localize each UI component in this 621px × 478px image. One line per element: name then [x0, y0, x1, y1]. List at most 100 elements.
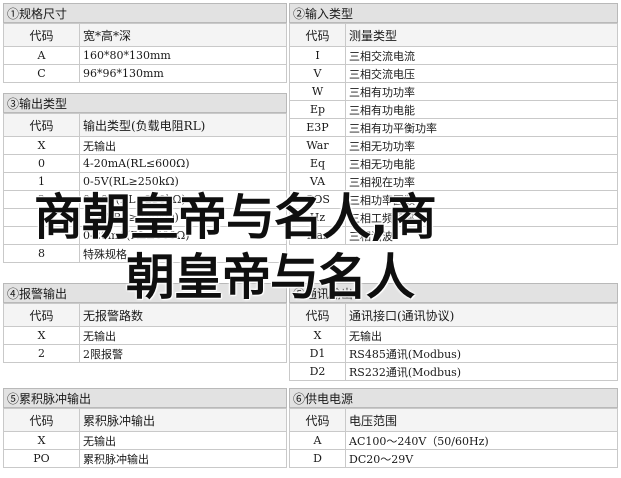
row-code: 2	[3, 344, 80, 363]
comm-output-panel: ⑤通讯输出 代码 通讯接口(通讯协议) X 无输出 D1 RS485通讯(Modbus) D2…	[289, 283, 618, 381]
row-description: 三相功率因数	[345, 190, 618, 209]
input-type-panel: ②输入类型 代码 测量类型 I 三相交流电流 V 三相交流电压 W 三相有功功率 Ep 三相有功电能…	[289, 3, 618, 245]
row-code: 2	[3, 190, 80, 209]
pulse-output-panel: ⑤累积脉冲输出 代码 累积脉冲输出 X 无输出 PO 累积脉冲输出	[3, 388, 287, 468]
section-title: ③输出类型	[3, 93, 287, 113]
row-description: 无输出	[345, 326, 618, 345]
header-description: 累积脉冲输出	[79, 408, 287, 432]
row-code: I	[289, 46, 346, 65]
header-code: 代码	[3, 408, 80, 432]
row-description: 160*80*130mm	[79, 46, 287, 65]
row-description: 无输出	[79, 431, 287, 450]
row-description: 三相工频频率	[345, 208, 618, 227]
alarm-output-panel: ④报警输出 代码 无报警路数 X 无输出 2 2限报警	[3, 283, 287, 363]
table-row: V 三相交流电压	[289, 64, 618, 83]
section-title: ⑥供电电源	[289, 388, 618, 408]
output-type-panel: ③输出类型 代码 输出类型(负载电阻RL) X 无输出 0 4-20mA(RL≤600Ω) 1…	[3, 93, 287, 263]
row-description: RS232通讯(Modbus)	[345, 362, 618, 381]
row-code: 3	[3, 208, 80, 227]
table-row: X 无输出	[3, 326, 287, 345]
table-row: X 无输出	[3, 136, 287, 155]
row-description: 三相有功功率	[345, 82, 618, 101]
row-code: A	[289, 431, 346, 450]
table-row: 3 1-5V(RL≥250kΩ)	[3, 208, 287, 227]
spec-table: 代码 输出类型(负载电阻RL) X 无输出 0 4-20mA(RL≤600Ω) 1 0-5V(…	[3, 113, 287, 263]
header-description: 电压范围	[345, 408, 618, 432]
row-description: 0-5V(RL≥250kΩ)	[79, 172, 287, 191]
table-header-row: 代码 累积脉冲输出	[3, 408, 287, 432]
table-row: X 无输出	[3, 431, 287, 450]
row-code: D1	[289, 344, 346, 363]
row-code: Eq	[289, 154, 346, 173]
row-code: V	[289, 64, 346, 83]
header-code: 代码	[3, 23, 80, 47]
row-description: 2限报警	[79, 344, 287, 363]
row-description: 三相视在功率	[345, 172, 618, 191]
row-code: D2	[289, 362, 346, 381]
row-description: 三相无功电能	[345, 154, 618, 173]
table-row: A 160*80*130mm	[3, 46, 287, 65]
table-header-row: 代码 电压范围	[289, 408, 618, 432]
power-supply-panel: ⑥供电电源 代码 电压范围 A AC100～240V（50/60Hz) D DC20～29V	[289, 388, 618, 468]
table-row: D DC20～29V	[289, 449, 618, 468]
spec-table: 代码 通讯接口(通讯协议) X 无输出 D1 RS485通讯(Modbus) D2 RS232…	[289, 303, 618, 381]
row-description: 三相无功功率	[345, 136, 618, 155]
table-row: E3P 三相有功平衡功率	[289, 118, 618, 137]
row-code: A	[3, 46, 80, 65]
row-description: 特殊规格	[79, 244, 287, 263]
table-header-row: 代码 通讯接口(通讯协议)	[289, 303, 618, 327]
header-code: 代码	[3, 113, 80, 137]
section-title: ④报警输出	[3, 283, 287, 303]
row-code: COS	[289, 190, 346, 209]
spec-table: 代码 无报警路数 X 无输出 2 2限报警	[3, 303, 287, 363]
table-row: A AC100～240V（50/60Hz)	[289, 431, 618, 450]
row-description: 三相有功电能	[345, 100, 618, 119]
header-code: 代码	[3, 303, 80, 327]
table-row: Har 三相谐波	[289, 226, 618, 245]
row-description: 无输出	[79, 326, 287, 345]
table-header-row: 代码 输出类型(负载电阻RL)	[3, 113, 287, 137]
header-description: 通讯接口(通讯协议)	[345, 303, 618, 327]
section-title: ②输入类型	[289, 3, 618, 23]
section-title: ①规格尺寸	[3, 3, 287, 23]
row-code: 4	[3, 226, 80, 245]
row-code: VA	[289, 172, 346, 191]
spec-table: 代码 宽*高*深 A 160*80*130mm C 96*96*130mm	[3, 23, 287, 83]
row-description: RS485通讯(Modbus)	[345, 344, 618, 363]
table-row: 0 4-20mA(RL≤600Ω)	[3, 154, 287, 173]
table-row: X 无输出	[289, 326, 618, 345]
table-header-row: 代码 测量类型	[289, 23, 618, 47]
row-description: 0-10V(RL≥250kΩ)	[79, 190, 287, 209]
row-code: D	[289, 449, 346, 468]
row-code: PO	[3, 449, 80, 468]
row-code: C	[3, 64, 80, 83]
table-header-row: 代码 宽*高*深	[3, 23, 287, 47]
row-description: 三相谐波	[345, 226, 618, 245]
table-row: D2 RS232通讯(Modbus)	[289, 362, 618, 381]
spec-table: 代码 电压范围 A AC100～240V（50/60Hz) D DC20～29V	[289, 408, 618, 468]
row-code: Ep	[289, 100, 346, 119]
row-code: X	[3, 326, 80, 345]
section-title: ⑤累积脉冲输出	[3, 388, 287, 408]
row-code: X	[3, 431, 80, 450]
spec-table: 代码 测量类型 I 三相交流电流 V 三相交流电压 W 三相有功功率 Ep 三相有功电能 E3P 三相…	[289, 23, 618, 245]
header-code: 代码	[289, 408, 346, 432]
row-description: 三相有功平衡功率	[345, 118, 618, 137]
row-code: 0	[3, 154, 80, 173]
spec-size-panel: ①规格尺寸 代码 宽*高*深 A 160*80*130mm C 96*96*130mm	[3, 3, 287, 83]
table-row: 1 0-5V(RL≥250kΩ)	[3, 172, 287, 191]
row-description: 无输出	[79, 136, 287, 155]
row-code: E3P	[289, 118, 346, 137]
row-code: X	[289, 326, 346, 345]
header-description: 宽*高*深	[79, 23, 287, 47]
table-row: C 96*96*130mm	[3, 64, 287, 83]
row-code: 8	[3, 244, 80, 263]
row-code: 1	[3, 172, 80, 191]
row-description: AC100～240V（50/60Hz)	[345, 431, 618, 450]
row-code: X	[3, 136, 80, 155]
row-code: W	[289, 82, 346, 101]
row-description: 0-20mA(RL≤600Ω)	[79, 226, 287, 245]
table-row: I 三相交流电流	[289, 46, 618, 65]
header-description: 无报警路数	[79, 303, 287, 327]
header-description: 测量类型	[345, 23, 618, 47]
